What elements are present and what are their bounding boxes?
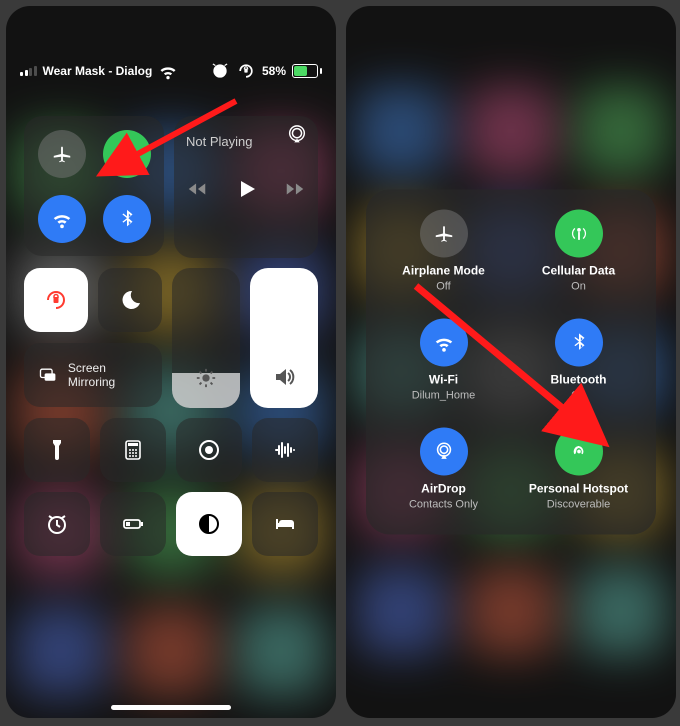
airplay-audio-icon[interactable] [286, 124, 308, 151]
alarm-clock-icon [45, 512, 69, 536]
sound-recognition-button[interactable] [252, 418, 318, 482]
low-power-button[interactable] [100, 492, 166, 556]
screen-record-button[interactable] [176, 418, 242, 482]
flashlight-icon [45, 438, 69, 462]
airplane-mode-item[interactable]: Airplane Mode Off [376, 210, 511, 293]
airplane-icon [51, 143, 73, 165]
wifi-icon [51, 208, 73, 230]
media-tile[interactable]: Not Playing [174, 116, 318, 258]
rotation-lock-toggle[interactable] [24, 268, 88, 332]
airdrop-toggle[interactable] [420, 428, 468, 476]
airdrop-label: AirDrop [421, 482, 466, 496]
moon-icon [118, 288, 142, 312]
waveform-icon [273, 438, 297, 462]
airdrop-item[interactable]: AirDrop Contacts Only [376, 428, 511, 511]
airplane-mode-toggle[interactable] [38, 130, 86, 178]
play-button[interactable] [234, 177, 258, 201]
bed-icon [273, 512, 297, 536]
do-not-disturb-toggle[interactable] [98, 268, 162, 332]
bluetooth-label: Bluetooth [551, 373, 607, 387]
bluetooth-toggle[interactable] [103, 195, 151, 243]
bluetooth-item[interactable]: Bluetooth On [511, 319, 646, 402]
wifi-icon [433, 332, 455, 354]
screenshot-canvas: Wear Mask - Dialog 58% [0, 0, 680, 726]
next-track-button[interactable] [284, 178, 306, 200]
bluetooth-toggle[interactable] [555, 319, 603, 367]
control-center: Not Playing [6, 6, 336, 718]
prev-track-button[interactable] [186, 178, 208, 200]
home-indicator[interactable] [111, 705, 231, 710]
screen-mirroring-label: Screen Mirroring [68, 361, 148, 389]
wifi-label: Wi-Fi [429, 373, 458, 387]
rotation-lock-icon [44, 288, 68, 312]
cellular-label: Cellular Data [542, 264, 615, 278]
airplane-status: Off [436, 281, 450, 293]
dark-mode-icon [197, 512, 221, 536]
cellular-status: On [571, 281, 586, 293]
screen-mirroring-icon [38, 364, 58, 386]
airplane-mode-toggle[interactable] [420, 210, 468, 258]
battery-icon [121, 512, 145, 536]
screen-mirroring-button[interactable]: Screen Mirroring [24, 343, 162, 407]
cellular-data-toggle[interactable] [103, 130, 151, 178]
cellular-icon [568, 223, 590, 245]
calculator-button[interactable] [100, 418, 166, 482]
hotspot-item[interactable]: Personal Hotspot Discoverable [511, 428, 646, 511]
airdrop-status: Contacts Only [409, 499, 478, 511]
phone-left: Wear Mask - Dialog 58% [6, 6, 336, 718]
brightness-icon [172, 367, 240, 394]
wifi-network: Dilum_Home [412, 390, 476, 402]
bluetooth-icon [116, 208, 138, 230]
sleep-button[interactable] [252, 492, 318, 556]
hotspot-status: Discoverable [547, 499, 611, 511]
bluetooth-status: On [571, 390, 586, 402]
brightness-slider[interactable] [172, 268, 240, 408]
airdrop-icon [433, 441, 455, 463]
airplane-label: Airplane Mode [402, 264, 485, 278]
hotspot-icon [568, 441, 590, 463]
flashlight-button[interactable] [24, 418, 90, 482]
timer-button[interactable] [24, 492, 90, 556]
cellular-toggle[interactable] [555, 210, 603, 258]
bluetooth-icon [568, 332, 590, 354]
phone-right: Airplane Mode Off Cellular Data On Wi-Fi… [346, 6, 676, 718]
cellular-icon [116, 143, 138, 165]
cellular-item[interactable]: Cellular Data On [511, 210, 646, 293]
connectivity-group[interactable] [24, 116, 164, 256]
volume-slider[interactable] [250, 268, 318, 408]
connectivity-expanded-panel: Airplane Mode Off Cellular Data On Wi-Fi… [366, 190, 656, 535]
wifi-toggle[interactable] [38, 195, 86, 243]
record-icon [197, 438, 221, 462]
calculator-icon [121, 438, 145, 462]
volume-icon [250, 365, 318, 394]
hotspot-label: Personal Hotspot [529, 482, 628, 496]
dark-mode-button[interactable] [176, 492, 242, 556]
airplane-icon [433, 223, 455, 245]
wifi-toggle[interactable] [420, 319, 468, 367]
wifi-item[interactable]: Wi-Fi Dilum_Home [376, 319, 511, 402]
hotspot-toggle[interactable] [555, 428, 603, 476]
